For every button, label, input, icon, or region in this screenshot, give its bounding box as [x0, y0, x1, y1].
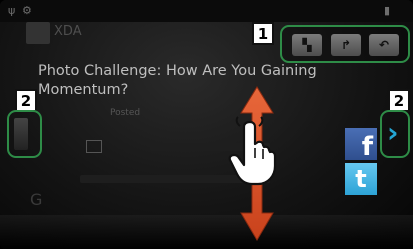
gesture-overlay	[228, 86, 277, 241]
device-screen: ψ ⚙ ▮ XDA ▚ ↱ ↶ 1 Photo Challenge: How A…	[0, 0, 413, 249]
hand-pointer-icon	[228, 116, 277, 186]
